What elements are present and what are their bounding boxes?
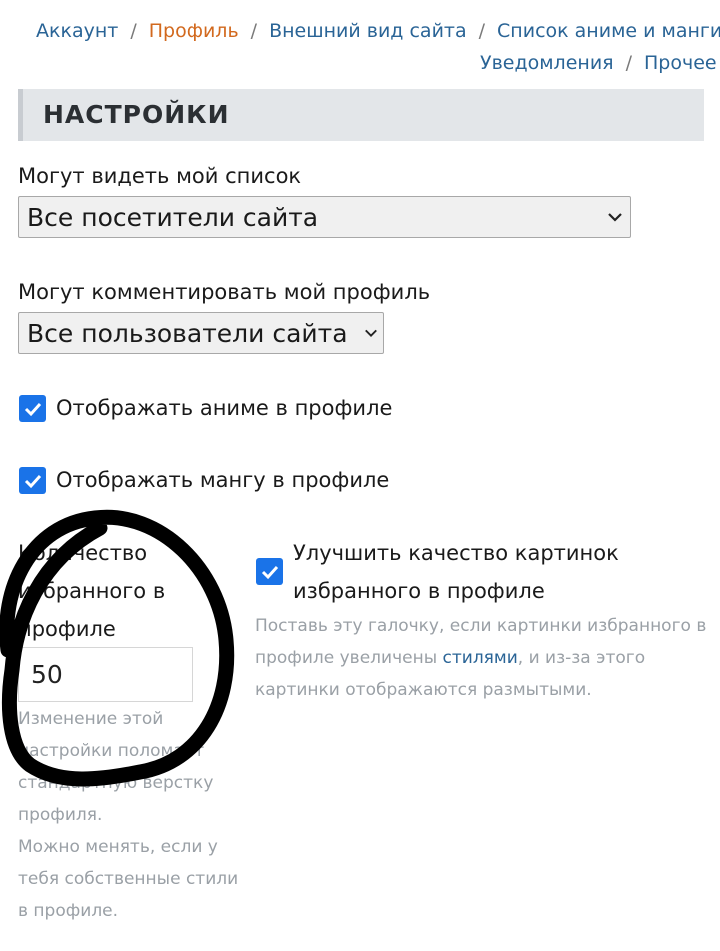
breadcrumb-site-appearance[interactable]: Внешний вид сайта	[269, 20, 467, 42]
chevron-down-icon	[359, 328, 383, 338]
hint-text: , и из-за этого	[517, 648, 646, 668]
comment-permission-select[interactable]: Все пользователи сайта	[18, 312, 384, 354]
checkmark-icon	[24, 474, 41, 488]
breadcrumb: Аккаунт / Профиль / Внешний вид сайта / Список…	[36, 20, 720, 42]
show-anime-label: Отображать аниме в профиле	[56, 396, 393, 420]
hint-line: Изменение этой	[18, 709, 164, 729]
favorites-count-label: Количество избранного в профиле	[18, 534, 165, 648]
improve-quality-checkbox[interactable]	[256, 558, 283, 585]
hint-line: настройки поломает	[18, 741, 205, 761]
hint-line: профиле увеличены стилями, и из-за этого	[255, 642, 715, 674]
breadcrumb-separator: /	[625, 52, 632, 74]
breadcrumb-profile[interactable]: Профиль	[149, 20, 239, 42]
hint-line: профиля.	[18, 805, 103, 825]
show-anime-checkbox[interactable]	[19, 395, 46, 422]
list-visibility-value: Все посетители сайта	[27, 202, 319, 232]
favorites-count-label-line: Количество	[18, 541, 148, 565]
hint-line: Поставь эту галочку, если картинки избра…	[255, 616, 707, 636]
checkmark-icon	[24, 402, 41, 416]
styles-link[interactable]: стилями	[443, 648, 518, 668]
hint-text: профиле увеличены	[255, 648, 443, 668]
chevron-down-icon	[600, 212, 630, 222]
improve-quality-label-line: избранного в профиле	[293, 579, 545, 603]
hint-line: картинки отображаются размытыми.	[255, 680, 592, 700]
checkmark-icon	[261, 565, 278, 579]
hint-line: тебя собственные стили	[18, 869, 239, 889]
list-visibility-select[interactable]: Все посетители сайта	[18, 196, 631, 238]
improve-quality-label: Улучшить качество картинок избранного в …	[293, 534, 619, 610]
section-title: НАСТРОЙКИ	[43, 100, 230, 129]
breadcrumb-separator: /	[250, 20, 258, 42]
hint-line: стандартную верстку	[18, 773, 214, 793]
breadcrumb-other[interactable]: Прочее	[644, 52, 717, 74]
breadcrumb-row-2: Уведомления / Прочее	[480, 52, 717, 74]
improve-quality-hint: Поставь эту галочку, если картинки избра…	[255, 610, 715, 706]
favorites-count-input[interactable]: 50	[18, 647, 193, 702]
show-manga-label: Отображать мангу в профиле	[56, 468, 390, 492]
improve-quality-label-line: Улучшить качество картинок	[293, 541, 619, 565]
comment-permission-value: Все пользователи сайта	[27, 318, 348, 348]
hint-line: в профиле.	[18, 901, 119, 921]
comment-permission-label: Могут комментировать мой профиль	[18, 280, 431, 304]
breadcrumb-separator: /	[130, 20, 137, 42]
hint-line: Можно менять, если у	[18, 837, 218, 857]
settings-section-header: НАСТРОЙКИ	[18, 89, 704, 141]
show-manga-checkbox[interactable]	[19, 467, 46, 494]
favorites-count-label-line: профиле	[18, 617, 116, 641]
breadcrumb-separator: /	[478, 20, 486, 42]
favorites-count-hint: Изменение этой настройки поломает станда…	[18, 703, 238, 927]
breadcrumb-account[interactable]: Аккаунт	[36, 20, 118, 42]
breadcrumb-notifications[interactable]: Уведомления	[480, 52, 614, 74]
breadcrumb-anime-manga-list[interactable]: Список аниме и манги	[497, 20, 720, 42]
favorites-count-label-line: избранного в	[18, 579, 166, 603]
list-visibility-label: Могут видеть мой список	[18, 164, 302, 188]
